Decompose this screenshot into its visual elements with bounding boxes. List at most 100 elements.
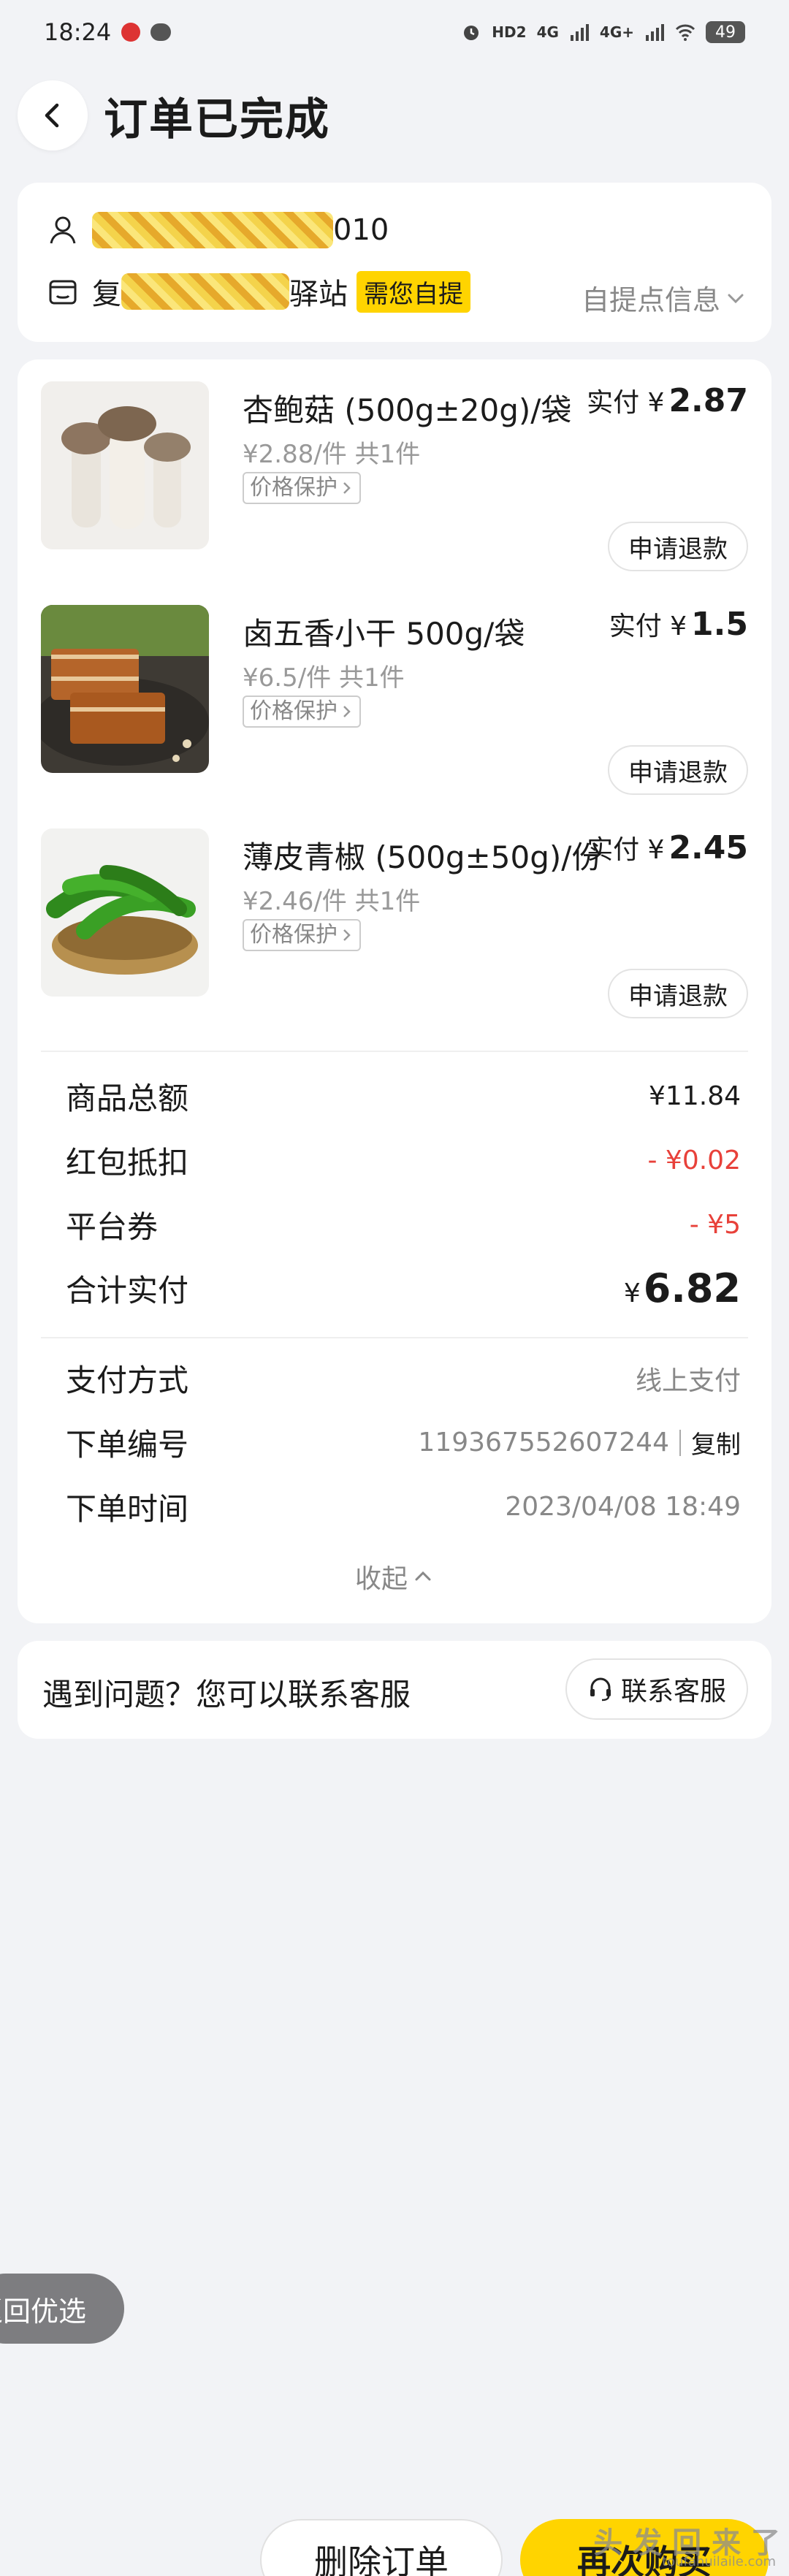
unit-price: ¥6.5/件 共1件 (243, 663, 405, 693)
customer-phone-suffix: 010 (333, 213, 389, 247)
divider (41, 1337, 748, 1338)
collapse-toggle[interactable]: 收起 (18, 1558, 771, 1596)
paid-amount: 2.45 (668, 829, 748, 866)
contact-service-label: 联系客服 (620, 1677, 726, 1707)
price-protection-label: 价格保护 (250, 475, 338, 500)
order-time-label: 下单时间 (66, 1491, 189, 1527)
pickup-card: 010 复 驿站 需您自提 自提点信息 (18, 183, 771, 342)
redpacket-value: - ¥0.02 (647, 1146, 742, 1175)
wifi-icon (675, 24, 695, 41)
chevron-right-icon (343, 482, 351, 494)
product-paid: 实付 ¥ 2.87 (587, 381, 748, 419)
total-paid-value: ¥ 6.82 (624, 1265, 741, 1311)
paid-amount: 1.5 (691, 606, 748, 643)
chevron-right-icon (343, 706, 351, 717)
order-time-row: 下单时间 2023/04/08 18:49 (66, 1485, 741, 1529)
help-text: 遇到问题？您可以联系客服 (42, 1677, 411, 1712)
chevron-down-icon (728, 294, 744, 303)
paid-amount: 2.87 (668, 382, 748, 419)
redacted-mosaic (92, 212, 333, 248)
order-no-group: 119367552607244 复制 (418, 1425, 741, 1460)
product-name: 杏鲍菇 (500g±20g)/袋 (243, 392, 572, 428)
signal-icon-2 (646, 24, 664, 41)
product-name: 卤五香小干 500g/袋 (243, 616, 525, 652)
watermark-url: toufahuilaile.com (662, 2554, 776, 2569)
product-image-king-oyster-mushroom[interactable] (41, 381, 209, 549)
pay-method-row: 支付方式 线上支付 (66, 1356, 741, 1401)
headset-icon (590, 1677, 611, 1702)
user-icon (50, 216, 76, 244)
order-no-label: 下单编号 (66, 1427, 189, 1463)
refund-button[interactable]: 申请退款 (608, 969, 748, 1018)
app-notification-icon (121, 23, 141, 42)
paid-label: 实付 ¥ (609, 611, 687, 641)
signal-icon (570, 24, 589, 41)
help-card: 遇到问题？您可以联系客服 联系客服 (18, 1641, 771, 1739)
order-no-row: 下单编号 119367552607244 复制 (66, 1420, 741, 1465)
self-pickup-tag: 需您自提 (357, 270, 470, 313)
price-protection-label: 价格保护 (250, 922, 338, 948)
back-to-store-label: 返回优选 (0, 2295, 86, 2328)
hd-indicator: HD2 (492, 23, 527, 41)
station-prefix: 复 (92, 278, 121, 311)
status-bar: 18:24 HD2 4G 4G+ 49 (0, 0, 789, 64)
redpacket-label: 红包抵扣 (66, 1145, 189, 1181)
divider (41, 1051, 748, 1052)
goods-total-value: ¥11.84 (649, 1081, 741, 1111)
price-protection-link[interactable]: 价格保护 (243, 919, 361, 951)
pay-method-label: 支付方式 (66, 1363, 189, 1398)
product-paid: 实付 ¥ 1.5 (609, 605, 748, 643)
back-to-store-pill[interactable]: 返回优选 (0, 2274, 124, 2344)
redacted-mosaic-2 (121, 273, 289, 310)
refund-button[interactable]: 申请退款 (608, 745, 748, 795)
unit-price: ¥2.46/件 共1件 (243, 887, 421, 916)
status-time: 18:24 (44, 18, 112, 46)
price-protection-link[interactable]: 价格保护 (243, 696, 361, 728)
copy-order-no-button[interactable]: 复制 (691, 1425, 741, 1460)
order-time-value: 2023/04/08 18:49 (505, 1492, 741, 1522)
product-item[interactable]: 卤五香小干 500g/袋 实付 ¥ 1.5 ¥6.5/件 共1件 价格保护 申请… (41, 583, 748, 795)
currency-symbol: ¥ (623, 1279, 641, 1308)
product-item[interactable]: 杏鲍菇 (500g±20g)/袋 实付 ¥ 2.87 ¥2.88/件 共1件 价… (41, 359, 748, 571)
pickup-info-label: 自提点信息 (581, 284, 720, 316)
product-paid: 实付 ¥ 2.45 (587, 828, 748, 866)
separator (679, 1429, 681, 1456)
paid-label: 实付 ¥ (587, 835, 665, 865)
goods-total-row: 商品总额 ¥11.84 (66, 1074, 741, 1119)
network-indicator-1: 4G (536, 23, 559, 41)
total-paid-row: 合计实付 ¥ 6.82 (66, 1265, 741, 1311)
store-icon (49, 280, 77, 305)
station-row: 复 驿站 需您自提 (47, 270, 470, 313)
total-paid-amount: 6.82 (643, 1265, 741, 1311)
product-image-green-pepper[interactable] (41, 828, 209, 997)
coupon-row: 平台券 - ¥5 (66, 1203, 741, 1247)
status-right: HD2 4G 4G+ 49 (461, 21, 745, 43)
order-card: 杏鲍菇 (500g±20g)/袋 实付 ¥ 2.87 ¥2.88/件 共1件 价… (18, 359, 771, 1623)
alarm-icon (464, 26, 479, 40)
goods-total-label: 商品总额 (66, 1081, 189, 1116)
page-header: 订单已完成 (18, 79, 330, 152)
price-protection-label: 价格保护 (250, 698, 338, 724)
page-title: 订单已完成 (104, 94, 330, 145)
unit-price: ¥2.88/件 共1件 (243, 440, 421, 469)
station-name-suffix: 驿站 (289, 278, 348, 311)
delete-order-button[interactable]: 删除订单 (260, 2519, 503, 2576)
product-item[interactable]: 薄皮青椒 (500g±50g)/份 实付 ¥ 2.45 ¥2.46/件 共1件 … (41, 807, 748, 1018)
pay-method-value: 线上支付 (635, 1365, 741, 1396)
price-protection-link[interactable]: 价格保护 (243, 472, 361, 504)
coupon-value: - ¥5 (689, 1210, 741, 1240)
chevron-right-icon (343, 929, 351, 941)
message-notification-icon (150, 23, 172, 41)
contact-service-button[interactable]: 联系客服 (565, 1658, 748, 1720)
back-button[interactable] (18, 80, 88, 150)
chevron-left-icon (45, 103, 59, 128)
product-image-spiced-tofu[interactable] (41, 605, 209, 773)
pickup-info-toggle[interactable]: 自提点信息 (582, 278, 747, 318)
collapse-label: 收起 (354, 1564, 408, 1594)
redpacket-row: 红包抵扣 - ¥0.02 (66, 1138, 741, 1183)
battery-indicator: 49 (706, 21, 745, 43)
refund-button[interactable]: 申请退款 (608, 522, 748, 571)
total-paid-label: 合计实付 (66, 1273, 189, 1308)
product-name: 薄皮青椒 (500g±50g)/份 (243, 839, 603, 875)
network-indicator-2: 4G+ (599, 23, 634, 41)
